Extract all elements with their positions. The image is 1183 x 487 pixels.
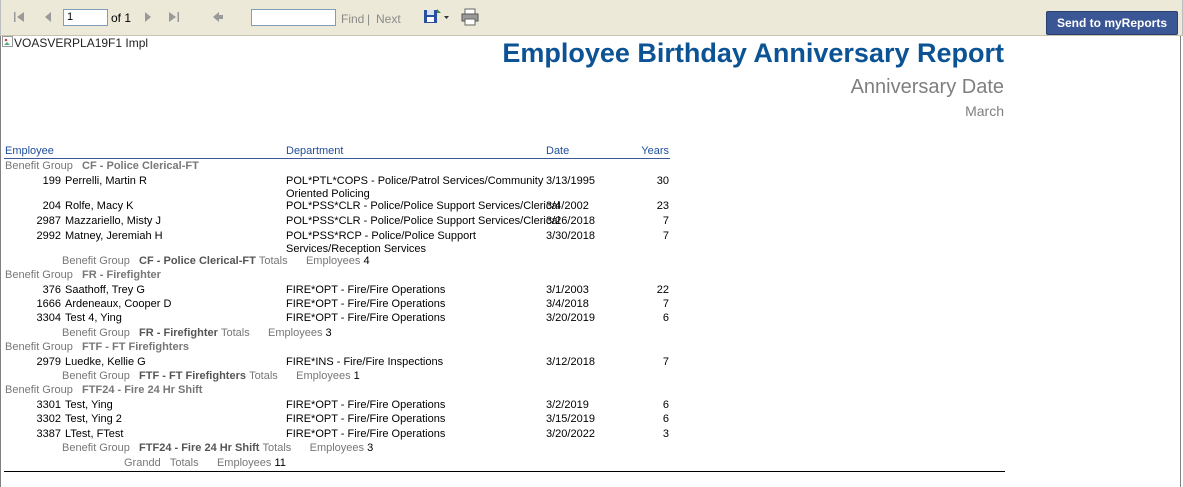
back-to-parent-icon[interactable] bbox=[211, 9, 225, 25]
find-separator: | bbox=[367, 12, 371, 26]
group-totals: Benefit Group FTF24 - Fire 24 Hr Shift T… bbox=[62, 442, 374, 454]
report-subtitle: Anniversary Date bbox=[850, 76, 1004, 98]
group-totals: Benefit Group CF - Police Clerical-FT To… bbox=[62, 255, 370, 267]
group-totals: Benefit Group FTF - FT Firefighters Tota… bbox=[62, 370, 360, 382]
find-next-link[interactable]: Next bbox=[376, 12, 401, 26]
grand-totals: Grandd Totals Employees 11 bbox=[124, 457, 286, 469]
report-end-divider bbox=[4, 471, 1005, 472]
page-number-input[interactable]: 1 bbox=[63, 9, 108, 26]
send-to-myreports-button[interactable]: Send to myReports bbox=[1046, 11, 1178, 35]
group-header: Benefit Group FTF - FT Firefighters bbox=[5, 341, 189, 353]
column-header-employee: Employee bbox=[5, 145, 54, 157]
last-page-icon[interactable] bbox=[167, 9, 181, 25]
find-link[interactable]: Find bbox=[341, 12, 364, 26]
find-text-input[interactable] bbox=[251, 9, 336, 26]
print-icon[interactable] bbox=[461, 8, 479, 26]
report-month: March bbox=[965, 103, 1004, 119]
group-header: Benefit Group FR - Firefighter bbox=[5, 269, 161, 281]
export-save-icon[interactable] bbox=[423, 8, 451, 26]
next-page-icon[interactable] bbox=[141, 9, 155, 25]
first-page-icon[interactable] bbox=[12, 9, 26, 25]
group-header: Benefit Group FTF24 - Fire 24 Hr Shift bbox=[5, 384, 203, 396]
column-header-department: Department bbox=[286, 145, 344, 157]
header-divider bbox=[4, 158, 670, 159]
group-totals: Benefit Group FR - Firefighter Totals Em… bbox=[62, 327, 332, 339]
report-logo-image: VOASVERPLA19F1 Impl bbox=[2, 36, 148, 50]
report-title: Employee Birthday Anniversary Report bbox=[502, 38, 1004, 68]
previous-page-icon[interactable] bbox=[41, 9, 55, 25]
broken-image-icon bbox=[2, 36, 13, 47]
group-header: Benefit Group CF - Police Clerical-FT bbox=[5, 160, 199, 172]
report-toolbar: 1 of 1 Find | Next Send to myReports bbox=[0, 0, 1183, 36]
column-header-date: Date bbox=[546, 145, 570, 157]
column-header-years: Years bbox=[641, 145, 669, 157]
page-count-label: of 1 bbox=[111, 11, 132, 25]
